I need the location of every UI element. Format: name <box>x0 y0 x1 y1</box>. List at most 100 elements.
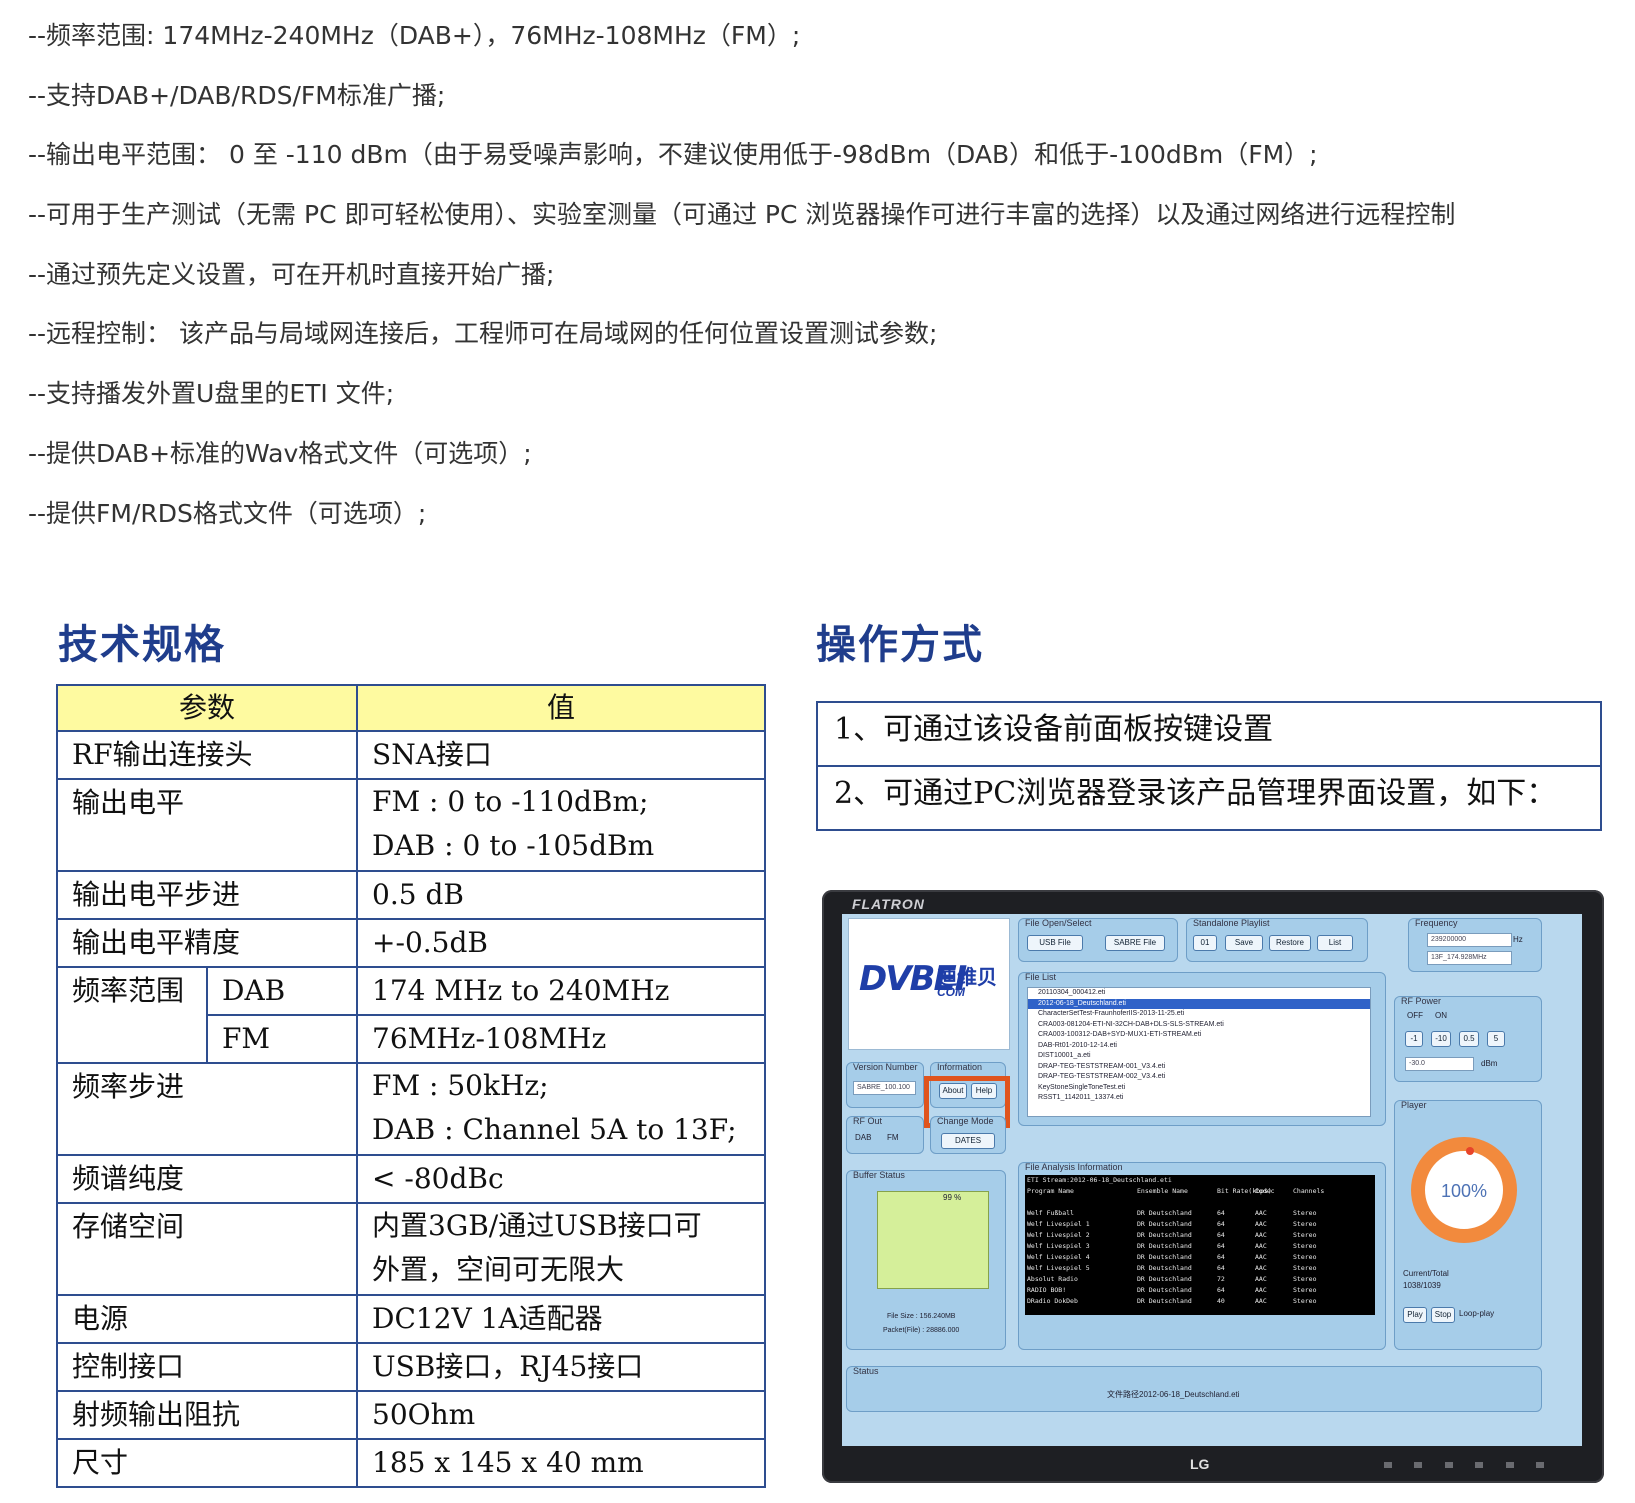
value-cell: +-0.5dB <box>356 918 767 968</box>
file-item[interactable]: DRAP-TEG-TESTSTREAM-002_V3.4.eti <box>1028 1072 1370 1083</box>
table-row: 频率步进 FM : 50kHz; DAB : Channel 5A to 13F… <box>55 1062 767 1156</box>
analysis-row: RADIO BOB! DR Deutschland 64 AAC Stereo <box>1025 1285 1375 1296</box>
analysis-cell: Stereo <box>1293 1209 1317 1217</box>
analysis-cell: Codec <box>1255 1187 1275 1195</box>
analysis-cell: AAC <box>1255 1286 1267 1294</box>
monitor-button <box>1505 1462 1514 1468</box>
usb-file-button[interactable]: USB File <box>1027 935 1083 951</box>
power-input[interactable]: -30.0 <box>1405 1057 1474 1071</box>
version-field: SABRE_100.100 <box>853 1081 916 1095</box>
analysis-cell: Stereo <box>1293 1286 1317 1294</box>
playlist-panel: Standalone Playlist 01 Save Restore List <box>1186 918 1368 962</box>
analysis-cell: DR Deutschland <box>1137 1220 1192 1228</box>
power-step-button[interactable]: 5 <box>1487 1031 1505 1047</box>
play-button[interactable]: Play <box>1403 1307 1427 1323</box>
current-total-label: Current/Total <box>1403 1269 1449 1278</box>
dates-button[interactable]: DATES <box>941 1133 995 1149</box>
fm-radio[interactable]: FM <box>887 1133 899 1142</box>
logo-sub-text: COM <box>937 985 965 999</box>
analysis-cell: 64 <box>1217 1286 1225 1294</box>
feature-item: --提供DAB+标准的Wav格式文件（可选项）; <box>28 438 532 468</box>
rf-on-radio[interactable]: ON <box>1435 1011 1447 1020</box>
loop-play-checkbox[interactable]: Loop-play <box>1459 1309 1494 1318</box>
frequency-unit: Hz <box>1513 935 1523 944</box>
ops-heading: 操作方式 <box>816 621 984 668</box>
frequency-input[interactable]: 239200000 <box>1427 933 1512 947</box>
monitor-photo: FLATRON DVBEI 迪维贝 COM File Open/Select U… <box>822 890 1604 1483</box>
file-item[interactable]: DAB-Rt01-2010-12-14.eti <box>1028 1041 1370 1052</box>
file-item[interactable]: CharacterSetTest-FraunhoferIIS-2013-11-2… <box>1028 1009 1370 1020</box>
analysis-cell: AAC <box>1255 1242 1267 1250</box>
panel-title: Buffer Status <box>853 1170 905 1180</box>
analysis-cell: Program Name <box>1027 1187 1074 1195</box>
panel-title: File Analysis Information <box>1025 1162 1123 1172</box>
change-mode-panel: Change Mode DATES <box>930 1116 1006 1154</box>
table-row: 输出电平精度 +-0.5dB <box>55 918 767 968</box>
param-cell: 尺寸 <box>55 1438 359 1488</box>
feature-item: --支持播发外置U盘里的ETI 文件; <box>28 379 395 409</box>
analysis-cell: AAC <box>1255 1253 1267 1261</box>
panel-title: Standalone Playlist <box>1193 918 1270 928</box>
power-step-button[interactable]: -10 <box>1431 1031 1451 1047</box>
analysis-cell: DR Deutschland <box>1137 1242 1192 1250</box>
file-item[interactable]: CRA003-081204-ETI-NI-32CH-DAB+DLS-SLS-ST… <box>1028 1020 1370 1031</box>
status-text: 文件路径2012-06-18_Deutschland.eti <box>1107 1390 1240 1399</box>
value-line: FM : 0 to -110dBm; <box>372 785 649 818</box>
table-row: 电源 DC12V 1A适配器 <box>55 1294 767 1344</box>
param-cell: 电源 <box>55 1294 359 1344</box>
dab-radio[interactable]: DAB <box>855 1133 871 1142</box>
ring-marker <box>1466 1147 1474 1155</box>
panel-title: File List <box>1025 972 1057 982</box>
analysis-panel: File Analysis Information ETI Stream:201… <box>1018 1162 1386 1350</box>
table-row: 输出电平 FM : 0 to -110dBm; DAB : 0 to -105d… <box>55 778 767 872</box>
table-row: 频谱纯度 < -80dBc <box>55 1154 767 1204</box>
current-total-value: 1038/1039 <box>1403 1281 1441 1290</box>
spec-heading: 技术规格 <box>58 621 226 668</box>
analysis-cell: DR Deutschland <box>1137 1297 1192 1305</box>
analysis-cell: Stereo <box>1293 1264 1317 1272</box>
param-cell: 输出电平精度 <box>55 918 359 968</box>
restore-button[interactable]: Restore <box>1269 935 1311 951</box>
buffer-percent: 99 % <box>943 1193 962 1202</box>
file-item[interactable]: CRA003-100312-DAB+SYD-MUX1-ETI-STREAM.et… <box>1028 1030 1370 1041</box>
value-cell: 内置3GB/通过USB接口可 外置，空间可无限大 <box>356 1202 767 1296</box>
table-row: 射频输出阻抗 50Ohm <box>55 1390 767 1440</box>
power-step-button[interactable]: -1 <box>1405 1031 1423 1047</box>
file-item-selected[interactable]: 2012-06-18_Deutschland.eti <box>1028 998 1370 1009</box>
player-panel: Player 100% Current/Total 1038/1039 Play… <box>1394 1100 1542 1350</box>
analysis-cell: 64 <box>1217 1253 1225 1261</box>
rf-off-radio[interactable]: OFF <box>1407 1011 1423 1020</box>
analysis-cell: 64 <box>1217 1242 1225 1250</box>
panel-title: RF Power <box>1401 996 1442 1006</box>
save-button[interactable]: Save <box>1225 935 1263 951</box>
file-item[interactable]: DIST10001_a.eti <box>1028 1051 1370 1062</box>
file-item[interactable]: RSST1_1142011_13374.eti <box>1028 1093 1370 1104</box>
list-button[interactable]: List <box>1317 935 1353 951</box>
panel-title: Change Mode <box>937 1116 994 1126</box>
analysis-cell: AAC <box>1255 1231 1267 1239</box>
stop-button[interactable]: Stop <box>1431 1307 1455 1323</box>
analysis-cell: Welf Livespiel 5 <box>1027 1264 1090 1272</box>
monitor-brand: FLATRON <box>852 896 925 912</box>
param-cell: 输出电平 <box>55 778 359 872</box>
analysis-row: Welf Livespiel 2 DR Deutschland 64 AAC Stere… <box>1025 1230 1375 1241</box>
channel-select[interactable]: 13F_174.928MHz <box>1427 951 1512 965</box>
file-item[interactable]: KeyStoneSingleToneTest.eti <box>1028 1083 1370 1094</box>
analysis-cell: DR Deutschland <box>1137 1231 1192 1239</box>
playlist-select[interactable]: 01 <box>1193 935 1217 951</box>
analysis-cell: Welf Livespiel 2 <box>1027 1231 1090 1239</box>
sub-param-cell: DAB <box>205 966 359 1016</box>
power-step-button[interactable]: 0.5 <box>1459 1031 1479 1047</box>
feature-item: --提供FM/RDS格式文件（可选项）; <box>28 498 427 528</box>
sabre-file-button[interactable]: SABRE File <box>1105 935 1165 951</box>
param-cell: 频率范围 <box>56 966 208 1064</box>
file-size: File Size : 156.240MB <box>887 1313 956 1320</box>
param-cell: 射频输出阻抗 <box>55 1390 359 1440</box>
file-open-panel: File Open/Select USB File SABRE File <box>1018 918 1178 962</box>
param-cell: 频率步进 <box>55 1062 359 1156</box>
analysis-cell: Stereo <box>1293 1231 1317 1239</box>
file-item[interactable]: 20110304_000412.eti <box>1028 988 1370 999</box>
file-item[interactable]: DRAP-TEG-TESTSTREAM-001_V3.4.eti <box>1028 1062 1370 1073</box>
value-cell: FM : 50kHz; DAB : Channel 5A to 13F; <box>356 1062 767 1156</box>
rf-power-panel: RF Power OFF ON -1 -10 0.5 5 -30.0 dBm <box>1394 996 1542 1082</box>
